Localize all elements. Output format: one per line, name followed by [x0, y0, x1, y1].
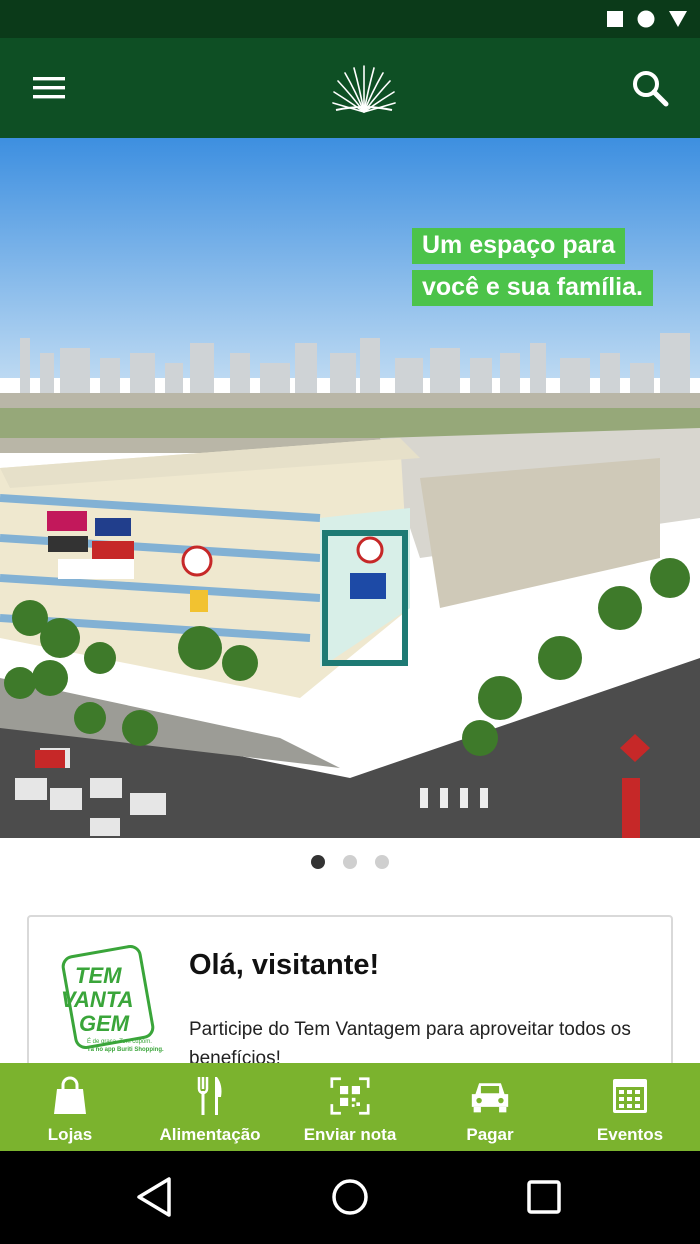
nav-enviar-nota-label: Enviar nota: [303, 1125, 397, 1144]
nav-eventos[interactable]: Eventos: [560, 1063, 700, 1151]
home-icon[interactable]: [328, 1175, 372, 1219]
logo-word-2: VANTA: [61, 987, 134, 1012]
status-bar: [0, 0, 700, 38]
square-icon: [607, 11, 623, 27]
shopping-bag-icon: [54, 1076, 86, 1114]
tagline-line-1: Um espaço para: [412, 228, 626, 264]
menu-icon[interactable]: [28, 68, 68, 108]
bottom-nav: Lojas Alimentação Enviar nota Pagar Even…: [0, 1063, 700, 1151]
nav-enviar-nota[interactable]: Enviar nota: [280, 1063, 420, 1151]
back-icon[interactable]: [133, 1175, 177, 1219]
tagline-line-2: você e sua família.: [412, 270, 653, 306]
nav-pagar-label: Pagar: [466, 1125, 514, 1144]
fork-knife-icon: [197, 1077, 222, 1115]
carousel-dot-2[interactable]: [343, 855, 357, 869]
qr-scan-icon: [330, 1077, 370, 1115]
nav-alimentacao-label: Alimentação: [159, 1125, 261, 1144]
hero-banner[interactable]: Um espaço para você e sua família.: [0, 138, 700, 838]
calendar-icon: [613, 1079, 647, 1113]
logo-small-2: Tá no app Buriti Shopping.: [87, 1047, 164, 1053]
triangle-down-icon: [669, 11, 687, 27]
system-nav-bar: [0, 1151, 700, 1244]
palm-logo-icon: [332, 65, 396, 113]
car-icon: [471, 1083, 509, 1113]
logo-small-1: É de graça. Tem cupom.: [87, 1038, 152, 1045]
app-bar: [0, 38, 700, 138]
card-title: Olá, visitante!: [189, 949, 380, 981]
nav-pagar[interactable]: Pagar: [420, 1063, 560, 1151]
nav-lojas[interactable]: Lojas: [0, 1063, 140, 1151]
carousel-indicator: [0, 855, 700, 869]
status-icons: [606, 9, 688, 29]
circle-icon: [637, 10, 655, 28]
nav-lojas-label: Lojas: [47, 1125, 93, 1144]
carousel-dot-3[interactable]: [375, 855, 389, 869]
logo-word-1: TEM: [75, 963, 122, 988]
logo-word-3: GEM: [79, 1011, 130, 1036]
nav-alimentacao[interactable]: Alimentação: [140, 1063, 280, 1151]
tem-vantagem-logo: TEM VANTA GEM É de graça. Tem cupom. Tá …: [61, 945, 164, 1053]
search-icon[interactable]: [630, 68, 670, 108]
nav-eventos-label: Eventos: [596, 1125, 664, 1144]
hero-tagline: Um espaço para você e sua família.: [412, 228, 653, 312]
carousel-dot-1[interactable]: [311, 855, 325, 869]
recents-icon[interactable]: [522, 1175, 566, 1219]
